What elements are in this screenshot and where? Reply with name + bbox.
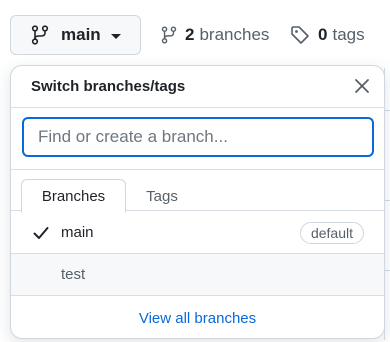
branch-item-test[interactable]: test (11, 254, 384, 296)
branch-search-input[interactable] (22, 117, 374, 157)
close-icon[interactable] (352, 76, 372, 96)
tag-icon (291, 26, 309, 44)
check-icon (33, 227, 49, 239)
tags-count: 0 (318, 25, 328, 44)
tags-link[interactable]: 0 tags (290, 22, 365, 48)
tags-label: tags (332, 25, 365, 44)
background-page-edge (384, 68, 385, 340)
popup-tabs: Branches Tags (11, 169, 384, 213)
tab-tags[interactable]: Tags (126, 179, 198, 213)
branch-item-label: main (61, 224, 94, 241)
tab-branches[interactable]: Branches (21, 179, 126, 213)
branch-item-label: test (61, 266, 86, 283)
git-branch-icon (161, 26, 177, 44)
branch-selector-view: main 2 branches 0 tags Switch branches/t… (0, 0, 390, 342)
branches-label: branches (199, 25, 270, 44)
branches-count: 2 (185, 25, 195, 44)
default-badge: default (299, 222, 364, 244)
branch-select-button[interactable]: main (10, 15, 141, 55)
current-branch-label: main (61, 25, 101, 44)
popup-title: Switch branches/tags (31, 78, 186, 95)
branch-item-main[interactable]: main default (11, 212, 384, 254)
git-branch-icon (31, 25, 49, 45)
popup-header: Switch branches/tags (11, 66, 384, 108)
branch-switcher-popup: Switch branches/tags Branches Tags main … (10, 65, 385, 339)
caret-down-icon (110, 34, 121, 39)
view-all-branches-link[interactable]: View all branches (11, 296, 384, 338)
branches-link[interactable]: 2 branches (161, 22, 269, 48)
